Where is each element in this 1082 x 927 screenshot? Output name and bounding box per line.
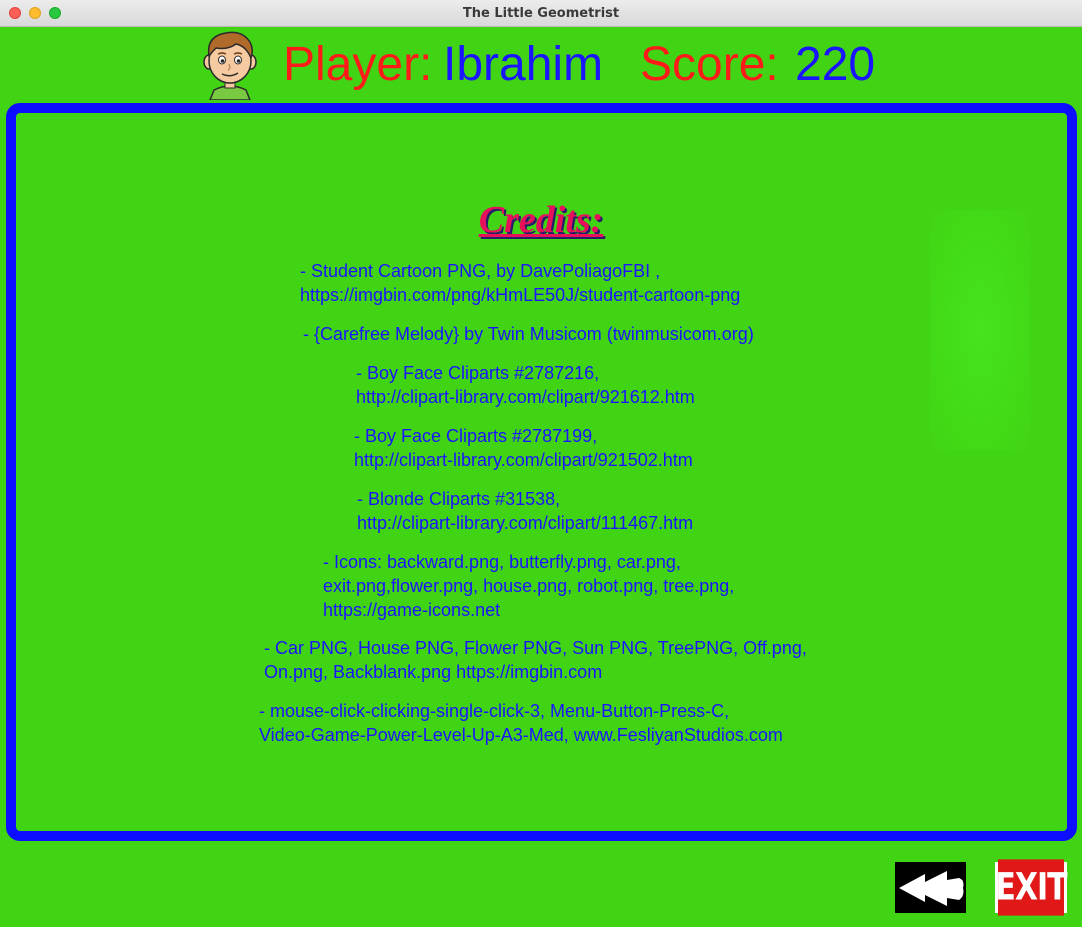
backward-icon — [899, 871, 964, 906]
credits-title: Credits: — [478, 199, 604, 241]
exit-button[interactable]: EXIT — [995, 859, 1068, 916]
panel-glow — [930, 210, 1030, 450]
credit-entry: - Blonde Cliparts #31538, http://clipart… — [357, 489, 694, 533]
score-label: Score: — [640, 38, 779, 91]
credit-entry: - {Carefree Melody} by Twin Musicom (twi… — [303, 324, 754, 344]
credit-entry: - Icons: backward.png, butterfly.png, ca… — [323, 552, 735, 620]
window-titlebar: The Little Geometrist — [0, 0, 1082, 27]
score-value: 220 — [795, 38, 876, 91]
credit-entry: - Car PNG, House PNG, Flower PNG, Sun PN… — [264, 638, 807, 682]
player-avatar-icon — [200, 28, 260, 101]
credit-entry: - Boy Face Cliparts #2787199, http://cli… — [354, 426, 693, 470]
credit-entry: - Student Cartoon PNG, by DavePoliagoFBI… — [300, 261, 741, 305]
credit-entry: - Boy Face Cliparts #2787216, http://cli… — [356, 363, 695, 407]
credit-entry: - mouse-click-clicking-single-click-3, M… — [259, 701, 783, 745]
exit-button-label: EXIT — [995, 859, 1068, 916]
player-name: Ibrahim — [443, 38, 604, 91]
back-button[interactable] — [895, 862, 966, 913]
window-title: The Little Geometrist — [462, 6, 620, 21]
player-label: Player: — [283, 38, 433, 91]
